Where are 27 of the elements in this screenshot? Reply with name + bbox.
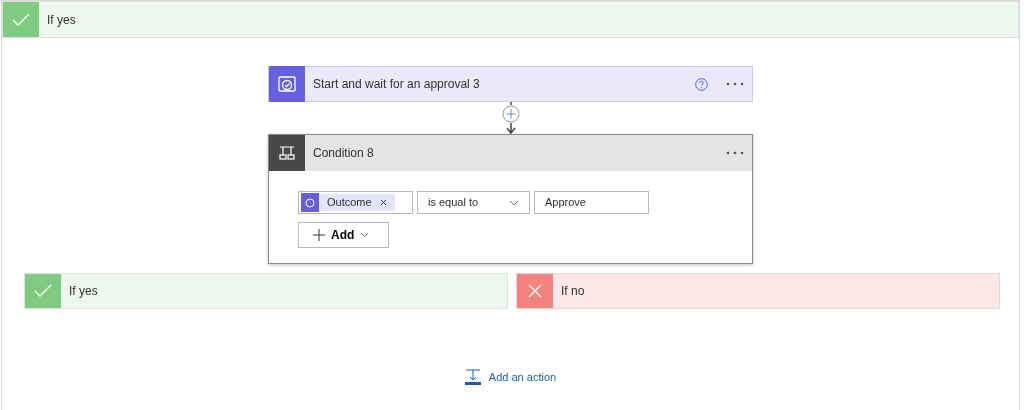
branch-label: If yes — [47, 11, 76, 29]
plus-icon — [313, 229, 325, 241]
value-field[interactable]: Approve — [534, 191, 649, 214]
more-icon[interactable] — [726, 82, 744, 86]
branch-header[interactable]: If no — [516, 273, 1000, 309]
check-icon — [3, 2, 39, 37]
remove-icon[interactable] — [379, 199, 387, 206]
operator-dropdown[interactable]: is equal to — [417, 191, 530, 214]
chevron-down-icon — [360, 232, 370, 238]
more-icon[interactable] — [726, 151, 744, 155]
branch-header[interactable]: If yes — [24, 273, 508, 309]
condition-title: Condition 8 — [313, 145, 375, 162]
insert-step-icon[interactable] — [500, 102, 521, 134]
help-icon[interactable] — [695, 77, 708, 91]
branch-header[interactable]: If yes — [2, 1, 1019, 38]
branch-label: If no — [561, 283, 585, 300]
outcome-token[interactable]: Outcome — [301, 194, 395, 211]
cross-icon — [517, 274, 553, 308]
check-icon — [25, 274, 61, 308]
add-action-link[interactable]: Add an action — [464, 369, 557, 386]
branch-label: If yes — [69, 283, 98, 300]
token-label: Outcome — [327, 195, 372, 211]
step-title: Start and wait for an approval 3 — [313, 76, 481, 93]
chevron-down-icon — [509, 199, 519, 206]
add-button[interactable]: Add — [298, 222, 389, 248]
add-action-icon — [464, 369, 481, 386]
condition-left-field[interactable]: Outcome — [298, 191, 413, 214]
